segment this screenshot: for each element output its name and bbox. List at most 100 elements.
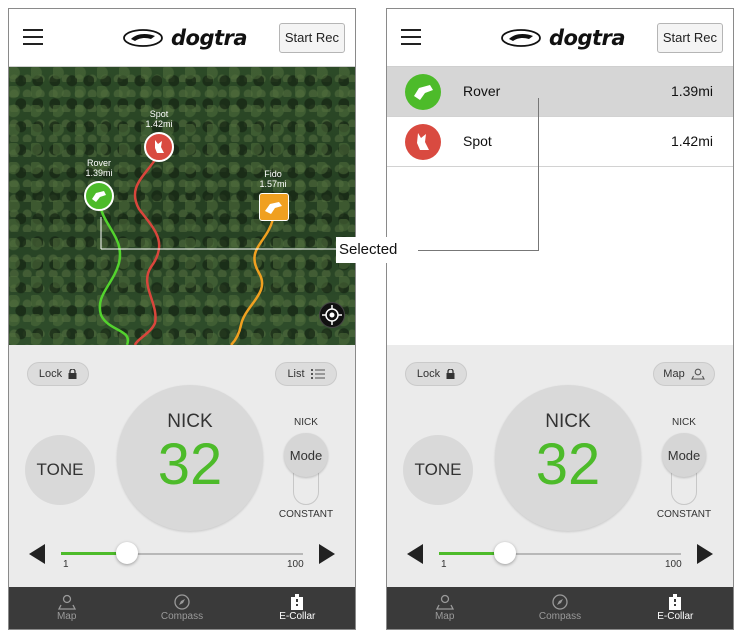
start-rec-button[interactable]: Start Rec (278, 23, 345, 53)
phone-screen-list-view: dogtra Start Rec Rover 1.39mi Spot 1.42m… (386, 8, 734, 630)
spot-avatar-icon (405, 124, 441, 160)
dogtra-logo: dogtra (121, 23, 248, 53)
intensity-slider-knob[interactable] (116, 542, 138, 564)
tab-label: E-Collar (657, 611, 694, 622)
lock-icon (68, 369, 77, 379)
tab-e-collar[interactable]: E-Collar (618, 587, 733, 629)
stimulation-type: NICK (167, 411, 213, 432)
brand-name: dogtra (171, 26, 248, 50)
map-marker-fido[interactable]: Fido 1.57mi (241, 169, 305, 229)
lock-label: Lock (416, 368, 441, 380)
tab-label: E-Collar (279, 611, 316, 622)
tone-button[interactable]: TONE (403, 435, 473, 505)
lock-icon (446, 369, 455, 379)
mode-constant-label: CONSTANT (278, 509, 334, 520)
spot-track (133, 156, 161, 345)
bottom-tab-bar: Map Compass E-Collar (387, 587, 733, 629)
slider-min-label: 1 (441, 559, 447, 570)
intensity-value: 32 (535, 432, 601, 497)
map-pin-icon (690, 368, 705, 380)
slider-min-label: 1 (63, 559, 69, 570)
increase-arrow-icon[interactable] (319, 544, 335, 564)
intensity-value: 32 (157, 432, 223, 497)
stimulate-button[interactable]: NICK 32 (117, 385, 263, 531)
stimulate-button[interactable]: NICK 32 (495, 385, 641, 531)
collar-control-panel: Lock Map NICK 32 TONE NICK Mode CONSTANT… (387, 345, 733, 589)
dog-list-item-rover[interactable]: Rover 1.39mi (387, 67, 733, 117)
marker-name: Fido (264, 169, 282, 179)
selected-callout: Selected (336, 237, 401, 263)
list-icon (310, 369, 325, 379)
marker-distance: 1.57mi (259, 179, 287, 189)
e-collar-icon (669, 594, 682, 610)
locate-me-icon[interactable] (319, 302, 345, 328)
map-view[interactable]: Rover 1.39mi Spot 1.42mi Fido 1.57mi (9, 67, 355, 345)
e-collar-icon (291, 594, 304, 610)
map-pin-icon (435, 594, 454, 610)
fido-track (230, 218, 275, 345)
rover-avatar-icon (405, 74, 441, 110)
hamburger-menu-icon[interactable] (23, 29, 43, 45)
stimulation-type: NICK (545, 411, 591, 432)
tone-button[interactable]: TONE (25, 435, 95, 505)
tab-map[interactable]: Map (387, 587, 502, 629)
collar-control-panel: Lock List NICK 32 TONE NICK Mode CONSTAN… (9, 345, 355, 589)
spot-marker-icon (144, 132, 174, 162)
map-pin-icon (57, 594, 76, 610)
rover-track (97, 200, 130, 345)
increase-arrow-icon[interactable] (697, 544, 713, 564)
callout-connector-line (418, 250, 538, 251)
marker-name: Spot (149, 109, 169, 119)
tab-e-collar[interactable]: E-Collar (240, 587, 355, 629)
map-marker-rover[interactable]: Rover 1.39mi (67, 158, 131, 218)
dog-distance: 1.42mi (670, 133, 713, 149)
tab-label: Compass (160, 611, 204, 622)
compass-icon (174, 594, 190, 610)
tab-compass[interactable]: Compass (124, 587, 239, 629)
mode-button[interactable]: Mode (284, 433, 328, 477)
tab-label: Map (56, 611, 77, 622)
app-header: dogtra Start Rec (9, 9, 355, 67)
map-label: Map (663, 368, 685, 380)
decrease-arrow-icon[interactable] (29, 544, 45, 564)
marker-name: Rover (86, 158, 111, 168)
lock-button[interactable]: Lock (27, 362, 89, 386)
marker-distance: 1.42mi (145, 119, 173, 129)
lock-label: Lock (38, 368, 63, 380)
mode-constant-label: CONSTANT (656, 509, 712, 520)
intensity-slider-knob[interactable] (494, 542, 516, 564)
lock-button[interactable]: Lock (405, 362, 467, 386)
mode-nick-label: NICK (672, 417, 696, 428)
map-marker-spot[interactable]: Spot 1.42mi (127, 109, 191, 169)
list-view-button[interactable]: List (275, 362, 337, 386)
tab-label: Compass (538, 611, 582, 622)
dog-list-item-spot[interactable]: Spot 1.42mi (387, 117, 733, 167)
decrease-arrow-icon[interactable] (407, 544, 423, 564)
slider-max-label: 100 (287, 559, 304, 570)
mode-button[interactable]: Mode (662, 433, 706, 477)
phone-screen-map-view: dogtra Start Rec Rover 1.39mi Spot 1.42m… (8, 8, 356, 630)
slider-max-label: 100 (665, 559, 682, 570)
dogtra-logo-icon (123, 29, 163, 47)
list-label: List (287, 368, 305, 380)
tab-map[interactable]: Map (9, 587, 124, 629)
dog-name: Spot (463, 133, 492, 149)
dog-distance: 1.39mi (670, 83, 713, 99)
fido-marker-icon (259, 193, 289, 221)
rover-marker-icon (84, 181, 114, 211)
marker-distance: 1.39mi (85, 168, 113, 178)
bottom-tab-bar: Map Compass E-Collar (9, 587, 355, 629)
dog-name: Rover (463, 83, 501, 99)
tab-compass[interactable]: Compass (502, 587, 617, 629)
dogtra-logo-icon (501, 29, 541, 47)
map-view-button[interactable]: Map (653, 362, 715, 386)
mode-nick-label: NICK (294, 417, 318, 428)
brand-name: dogtra (549, 26, 626, 50)
hamburger-menu-icon[interactable] (401, 29, 421, 45)
tab-label: Map (434, 611, 455, 622)
app-header: dogtra Start Rec (387, 9, 733, 67)
dogtra-logo: dogtra (499, 23, 626, 53)
start-rec-button[interactable]: Start Rec (656, 23, 723, 53)
dog-list: Rover 1.39mi Spot 1.42mi (387, 67, 733, 345)
compass-icon (552, 594, 568, 610)
